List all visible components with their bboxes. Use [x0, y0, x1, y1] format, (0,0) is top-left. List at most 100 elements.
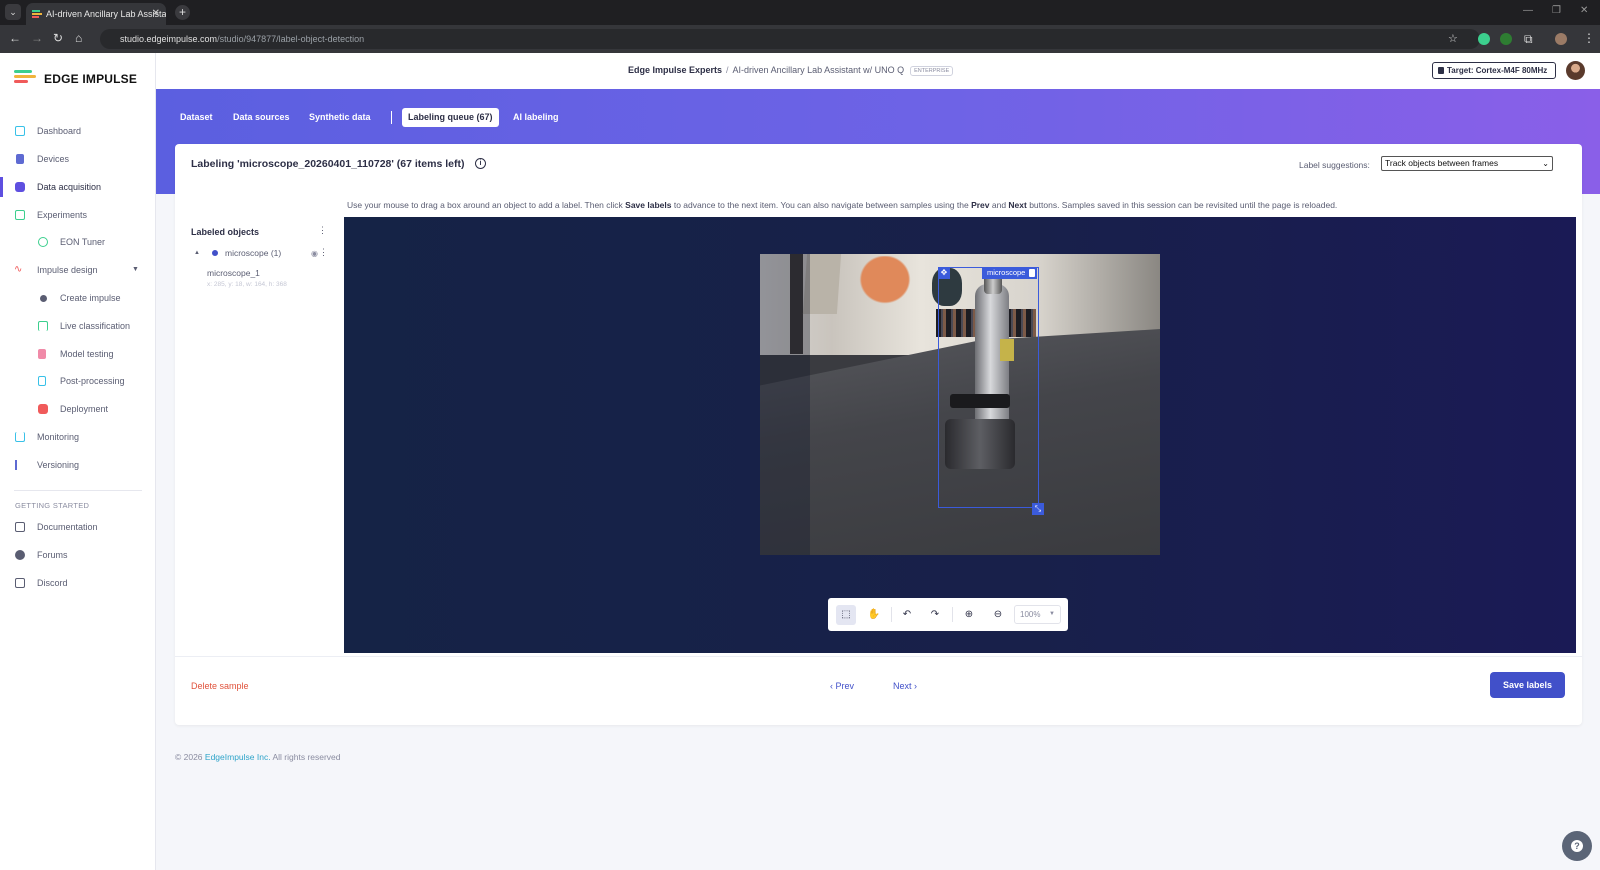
sidebar-item-forums[interactable]: Forums — [0, 545, 156, 565]
footer-company-link[interactable]: EdgeImpulse Inc. — [205, 752, 271, 762]
breadcrumb-project[interactable]: AI-driven Ancillary Lab Assistant w/ UNO… — [733, 65, 905, 75]
instruction-text: and — [989, 200, 1009, 210]
extension-grammarly-icon[interactable] — [1500, 33, 1512, 45]
gauge-icon — [38, 237, 48, 247]
trash-icon[interactable] — [1029, 269, 1036, 277]
zoom-level-value: 100% — [1020, 610, 1041, 619]
question-icon: ? — [1571, 840, 1583, 852]
zoom-out-icon[interactable]: ⊖ — [988, 605, 1008, 625]
labeling-title: Labeling 'microscope_20260401_110728' (6… — [191, 158, 465, 170]
profile-avatar-icon[interactable] — [1555, 33, 1567, 45]
labeled-object-name[interactable]: microscope_1 — [207, 268, 260, 278]
sidebar: EDGE IMPULSE Dashboard Devices Data acqu… — [0, 53, 156, 870]
resize-icon[interactable]: ⤡ — [1032, 503, 1044, 515]
bounding-box[interactable]: ✥ microscope ⤡ — [938, 267, 1044, 515]
restore-icon[interactable]: ❐ — [1552, 5, 1561, 16]
sidebar-item-create-impulse[interactable]: Create impulse — [0, 288, 156, 308]
discord-icon — [15, 578, 25, 588]
tab-data-sources[interactable]: Data sources — [233, 108, 290, 127]
sidebar-item-label: Monitoring — [37, 432, 80, 442]
labeled-object-coords: x: 285, y: 18, w: 164, h: 368 — [207, 281, 287, 288]
bounding-box-label[interactable]: microscope — [982, 267, 1038, 279]
sidebar-item-deployment[interactable]: Deployment — [0, 399, 156, 419]
sidebar-item-live-classification[interactable]: Live classification — [0, 316, 156, 336]
move-icon[interactable]: ✥ — [938, 267, 950, 279]
browser-menu-icon[interactable]: ⋮ — [1583, 31, 1595, 45]
tab-dataset[interactable]: Dataset — [180, 108, 213, 127]
monitor-icon — [15, 126, 25, 136]
zoom-in-icon[interactable]: ⊕ — [959, 605, 979, 625]
url-host: studio.edgeimpulse.com — [120, 34, 218, 44]
breadcrumb-org[interactable]: Edge Impulse Experts — [628, 65, 722, 75]
bookmark-star-icon[interactable]: ☆ — [1448, 32, 1458, 45]
footer-copyright: © 2026 — [175, 752, 205, 762]
next-button[interactable]: Next › — [893, 681, 917, 691]
sidebar-item-dashboard[interactable]: Dashboard — [0, 121, 156, 141]
sidebar-item-model-testing[interactable]: Model testing — [0, 344, 156, 364]
url-path: /studio/947877/label-object-detection — [217, 34, 365, 44]
sidebar-item-post-processing[interactable]: Post-processing — [0, 371, 156, 391]
close-window-icon[interactable]: ✕ — [1580, 5, 1588, 16]
live-icon — [38, 321, 48, 331]
prev-label: Prev — [835, 681, 855, 691]
help-button[interactable]: ? — [1562, 831, 1592, 861]
sidebar-item-experiments[interactable]: Experiments — [0, 205, 156, 225]
footer-rights: All rights reserved — [270, 752, 341, 762]
tab-synthetic-data[interactable]: Synthetic data — [309, 108, 371, 127]
chevron-right-icon: › — [911, 681, 918, 691]
deploy-icon — [38, 404, 48, 414]
label-color-dot — [212, 250, 218, 256]
edge-impulse-logo[interactable]: EDGE IMPULSE — [14, 70, 137, 88]
eye-icon[interactable]: ◉ — [311, 247, 318, 261]
sidebar-item-eon-tuner[interactable]: EON Tuner — [0, 232, 156, 252]
tab-search-icon[interactable]: ⌄ — [5, 4, 21, 20]
labeling-card: Labeling 'microscope_20260401_110728' (6… — [175, 144, 1582, 725]
info-icon[interactable]: i — [475, 158, 486, 169]
browser-tab[interactable]: AI-driven Ancillary Lab Assistan ✕ — [26, 3, 166, 25]
close-tab-icon[interactable]: ✕ — [152, 3, 160, 25]
redo-icon[interactable]: ↷ — [925, 605, 945, 625]
label-group-row[interactable]: ▲ microscope (1) ◉ ⋮ — [191, 246, 336, 260]
sidebar-item-versioning[interactable]: Versioning — [0, 455, 156, 475]
undo-icon[interactable]: ↶ — [897, 605, 917, 625]
home-icon[interactable]: ⌂ — [75, 31, 82, 45]
tab-labeling-queue[interactable]: Labeling queue (67) — [402, 108, 499, 127]
sidebar-item-label: Versioning — [37, 460, 80, 470]
sidebar-item-impulse-design[interactable]: ∿ Impulse design ▼ — [0, 260, 156, 280]
forward-icon[interactable]: → — [31, 31, 43, 45]
user-avatar[interactable] — [1566, 61, 1585, 80]
prev-button[interactable]: ‹ Prev — [830, 681, 854, 691]
brand-name: EDGE IMPULSE — [44, 72, 138, 86]
zoom-level-select[interactable]: 100% ▼ — [1014, 605, 1061, 624]
toolbar-divider — [891, 607, 892, 622]
sidebar-item-devices[interactable]: Devices — [0, 149, 156, 169]
extensions-puzzle-icon[interactable]: ⧉ — [1524, 32, 1533, 47]
label-group-menu-icon[interactable]: ⋮ — [319, 248, 328, 257]
reload-icon[interactable]: ↻ — [53, 31, 63, 45]
instruction-text: Use your mouse to drag a box around an o… — [347, 200, 626, 210]
save-labels-button[interactable]: Save labels — [1490, 672, 1565, 698]
sidebar-item-data-acquisition[interactable]: Data acquisition — [0, 177, 156, 197]
instruction-text: to advance to the next item. You can als… — [671, 200, 972, 210]
sidebar-item-documentation[interactable]: Documentation — [0, 517, 156, 537]
target-device-button[interactable]: Target: Cortex-M4F 80MHz — [1432, 62, 1556, 79]
delete-sample-button[interactable]: Delete sample — [191, 681, 249, 691]
extension-shield-icon[interactable] — [1478, 33, 1490, 45]
pan-hand-tool-icon[interactable]: ✋ — [864, 605, 884, 625]
logo-bars-icon — [14, 70, 36, 83]
labeling-canvas[interactable]: ✥ microscope ⤡ ⬚ ✋ ↶ ↷ ⊕ ⊖ 100% ▼ — [344, 217, 1576, 653]
sidebar-item-monitoring[interactable]: Monitoring — [0, 427, 156, 447]
back-icon[interactable]: ← — [9, 31, 21, 45]
testing-icon — [38, 349, 46, 359]
label-suggestions-select[interactable]: Track objects between frames ⌄ — [1381, 156, 1553, 171]
tab-ai-labeling[interactable]: AI labeling — [513, 108, 559, 127]
draw-box-tool-icon[interactable]: ⬚ — [836, 605, 856, 625]
new-tab-button[interactable]: + — [175, 5, 190, 20]
collapse-caret-icon[interactable]: ▲ — [194, 246, 200, 260]
minimize-icon[interactable]: — — [1523, 5, 1533, 16]
sidebar-item-discord[interactable]: Discord — [0, 573, 156, 593]
url-field[interactable]: studio.edgeimpulse.com/studio/947877/lab… — [100, 29, 1480, 49]
sidebar-item-label: Experiments — [37, 210, 88, 220]
postproc-icon — [38, 376, 46, 386]
labeled-objects-menu-icon[interactable]: ⋮ — [318, 226, 327, 235]
